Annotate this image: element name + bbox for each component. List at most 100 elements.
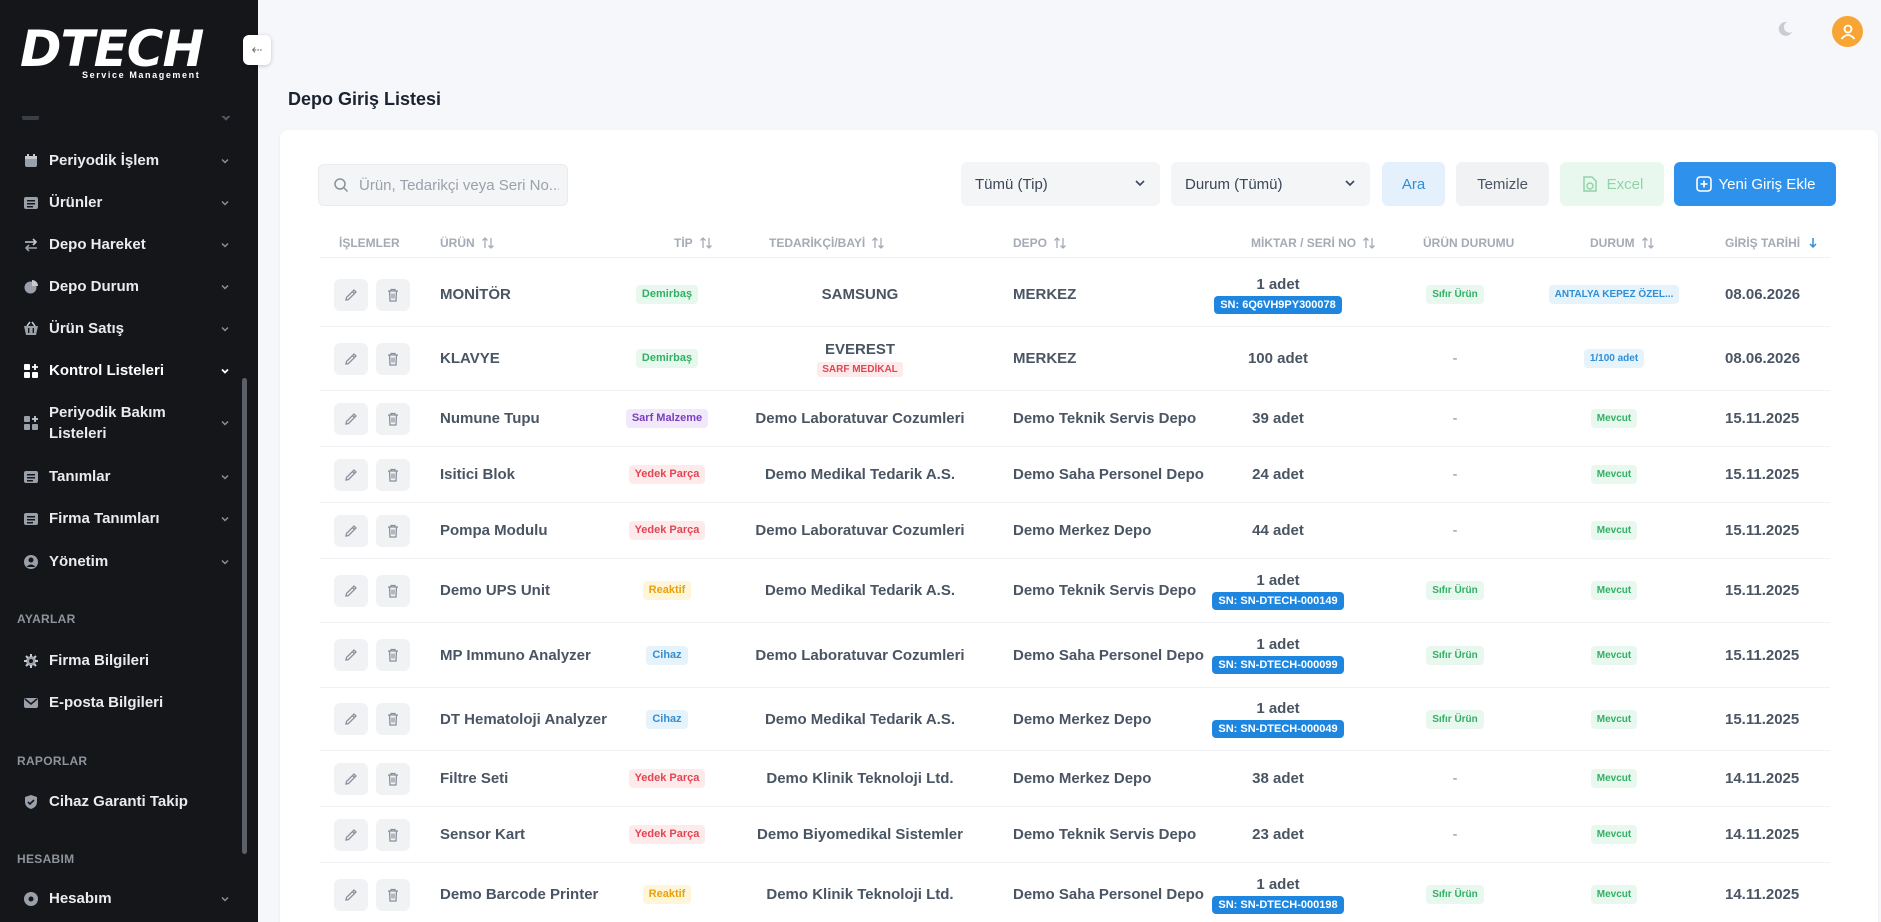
edit-button[interactable]: [334, 818, 368, 851]
sidebar-item-yonetim[interactable]: Yönetim: [22, 551, 230, 572]
sidebar: DTECH Service Management Periyodik İşlem…: [0, 0, 258, 922]
column-header-status[interactable]: DURUM: [1590, 228, 1655, 258]
column-header-warehouse[interactable]: DEPO: [1013, 228, 1067, 258]
column-header-product[interactable]: ÜRÜN: [440, 228, 495, 258]
cell-status: Mevcut: [1505, 751, 1723, 806]
sidebar-collapse-button[interactable]: ⇠: [243, 35, 271, 65]
cell-type: Yedek Parça: [570, 447, 764, 502]
grid-plus-icon: [22, 362, 39, 379]
delete-button[interactable]: [376, 342, 410, 375]
type-badge: Demirbaş: [635, 349, 699, 368]
delete-button[interactable]: [376, 703, 410, 735]
table-row: Isitici Blok Yedek Parça Demo Medikal Teda…: [320, 447, 1830, 503]
cell-product: KLAVYE: [440, 350, 500, 367]
cell-product: Numune Tupu: [440, 410, 540, 427]
cell-supplier: Demo Klinik Teknoloji Ltd.: [750, 751, 970, 806]
sidebar-item-label: Tanımlar: [49, 468, 111, 485]
user-avatar-icon[interactable]: [1832, 16, 1863, 47]
sidebar-item-periyodik-islem[interactable]: Periyodik İşlem: [22, 150, 230, 171]
chevron-down-icon: [220, 282, 230, 292]
clear-button[interactable]: Temizle: [1456, 162, 1549, 206]
moon-icon[interactable]: [1777, 21, 1793, 37]
sidebar-item-periyodik-bakim-listeleri[interactable]: Periyodik Bakım Listeleri: [22, 402, 230, 444]
edit-button[interactable]: [334, 878, 368, 911]
type-badge: Yedek Parça: [628, 825, 706, 844]
chevron-down-icon: [220, 324, 230, 334]
edit-button[interactable]: [334, 762, 368, 795]
delete-button[interactable]: [376, 574, 410, 607]
pencil-icon: [343, 711, 359, 727]
column-header-type[interactable]: TİP: [674, 228, 713, 258]
add-entry-button[interactable]: Yeni Giriş Ekle: [1674, 162, 1836, 206]
sort-desc-icon: [1806, 236, 1820, 250]
sidebar-item-urun-satis[interactable]: Ürün Satış: [22, 318, 230, 339]
logo-text: DTECH: [20, 20, 204, 78]
table-row: MONİTÖR Demirbaş SAMSUNG MERKEZ 1 adet SN: 6Q…: [320, 263, 1830, 327]
delete-button[interactable]: [376, 278, 410, 311]
column-header-supplier[interactable]: TEDARİKÇİ/BAYİ: [769, 228, 885, 258]
type-select[interactable]: Tümü (Tip): [961, 162, 1160, 206]
sidebar-partial-icon: [22, 116, 39, 120]
type-badge: Demirbaş: [635, 285, 699, 304]
serial-badge: SN: 6Q6VH9PY300078: [1214, 295, 1342, 314]
chevron-down-icon: [220, 198, 230, 208]
sidebar-item-firma-tanimlari[interactable]: Firma Tanımları: [22, 508, 230, 529]
edit-button[interactable]: [334, 514, 368, 547]
delete-button[interactable]: [376, 514, 410, 547]
cell-product-status: -: [1452, 410, 1458, 427]
cell-supplier: Demo Medikal Tedarik A.S.: [750, 559, 970, 622]
edit-button[interactable]: [334, 402, 368, 435]
sidebar-item-e-posta-bilgileri[interactable]: E-posta Bilgileri: [22, 692, 230, 713]
cell-quantity: 44 adet: [1170, 503, 1386, 558]
search-box[interactable]: [318, 164, 568, 206]
delete-button[interactable]: [376, 818, 410, 851]
cell-supplier: Demo Biyomedikal Sistemler: [750, 807, 970, 862]
sidebar-item-depo-hareket[interactable]: Depo Hareket: [22, 234, 230, 255]
basket-icon: [22, 320, 39, 337]
sidebar-item-firma-bilgileri[interactable]: Firma Bilgileri: [22, 650, 230, 671]
cell-status: Mevcut: [1505, 559, 1723, 622]
sidebar-item-cihaz-garanti-takip[interactable]: Cihaz Garanti Takip: [22, 791, 230, 812]
cell-supplier: EVEREST SARF MEDİKAL: [750, 327, 970, 390]
cell-warehouse: Demo Merkez Depo: [1013, 710, 1152, 728]
edit-button[interactable]: [334, 278, 368, 311]
edit-button[interactable]: [334, 574, 368, 607]
sidebar-scrollbar[interactable]: [242, 378, 247, 854]
edit-button[interactable]: [334, 639, 368, 671]
serial-badge: SN: SN-DTECH-000049: [1212, 720, 1344, 738]
delete-button[interactable]: [376, 402, 410, 435]
edit-button[interactable]: [334, 703, 368, 735]
sidebar-item-tanimlar[interactable]: Tanımlar: [22, 466, 230, 487]
search-button[interactable]: Ara: [1382, 162, 1445, 206]
delete-button[interactable]: [376, 458, 410, 491]
delete-button[interactable]: [376, 639, 410, 671]
column-header-quantity[interactable]: MİKTAR / SERİ NO: [1251, 228, 1376, 258]
supplier-name: SAMSUNG: [821, 286, 899, 303]
sidebar-item-label: Firma Bilgileri: [49, 652, 150, 669]
delete-button[interactable]: [376, 878, 410, 911]
logo[interactable]: DTECH Service Management: [20, 24, 220, 84]
sidebar-item-depo-durum[interactable]: Depo Durum: [22, 276, 230, 297]
user-circle-icon: [22, 890, 39, 907]
cell-date: 15.11.2025: [1725, 466, 1800, 483]
sidebar-item-label: Periyodik Bakım Listeleri: [49, 404, 166, 442]
edit-button[interactable]: [334, 342, 368, 375]
excel-button[interactable]: Excel: [1560, 162, 1664, 206]
add-entry-button-label: Yeni Giriş Ekle: [1718, 175, 1816, 193]
sidebar-item-hesabim[interactable]: Hesabım: [22, 888, 230, 909]
sidebar-item-kontrol-listeleri[interactable]: Kontrol Listeleri: [22, 360, 230, 381]
cell-date: 14.11.2025: [1725, 770, 1800, 787]
cell-status: ANTALYA KEPEZ ÖZEL...: [1505, 263, 1723, 326]
status-select[interactable]: Durum (Tümü): [1171, 162, 1370, 206]
chevron-down-icon: [220, 116, 230, 121]
search-input[interactable]: [359, 176, 559, 194]
sidebar-item-urunler[interactable]: Ürünler: [22, 192, 230, 213]
delete-button[interactable]: [376, 762, 410, 795]
cell-status: Mevcut: [1505, 863, 1723, 922]
file-excel-icon: [1581, 175, 1599, 193]
column-header-date[interactable]: GİRİŞ TARİHİ: [1725, 228, 1820, 258]
product-status-badge: Sıfır Ürün: [1426, 285, 1484, 304]
edit-button[interactable]: [334, 458, 368, 491]
pencil-icon: [343, 827, 359, 843]
list-icon: [22, 510, 39, 527]
